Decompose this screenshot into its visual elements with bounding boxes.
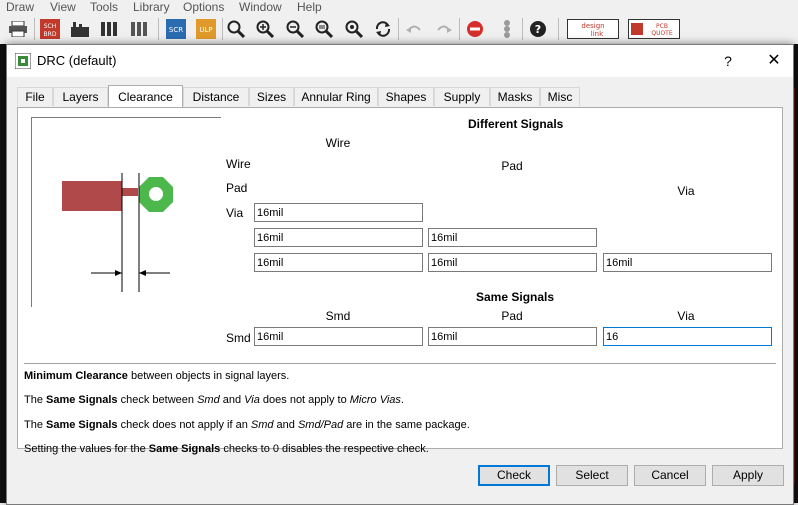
- svg-text:link: link: [591, 30, 604, 38]
- menu-draw[interactable]: Draw: [6, 0, 34, 14]
- svg-text:QUOTE: QUOTE: [651, 30, 673, 37]
- designlink-icon[interactable]: design link: [567, 17, 619, 41]
- via-hole: [149, 187, 163, 201]
- tab-supply[interactable]: Supply: [434, 87, 490, 106]
- same-col-label-smd: Smd: [325, 309, 351, 323]
- tab-distance[interactable]: Distance: [183, 87, 249, 106]
- cam-icon[interactable]: [68, 17, 92, 41]
- menu-library[interactable]: Library: [133, 0, 170, 14]
- go-icon[interactable]: [495, 17, 519, 41]
- zoom-previous-icon[interactable]: [342, 17, 366, 41]
- zoom-select-icon[interactable]: [312, 17, 336, 41]
- toolbar: SCH BRD SCR ULP ? design link PCB QUOTE: [0, 14, 798, 44]
- help-icon[interactable]: ?: [526, 17, 550, 41]
- svg-text:ULP: ULP: [199, 26, 212, 34]
- cancel-button[interactable]: Cancel: [634, 465, 706, 486]
- info-line-3: The Same Signals check does not apply if…: [24, 419, 470, 431]
- menu-view[interactable]: View: [50, 0, 76, 14]
- undo-icon[interactable]: [402, 17, 426, 41]
- clearance-diagram: [31, 117, 221, 307]
- same-col-label-pad: Pad: [501, 309, 523, 323]
- ulp-run-icon[interactable]: ULP: [194, 17, 218, 41]
- menu-options[interactable]: Options: [183, 0, 224, 14]
- close-button[interactable]: ✕: [759, 49, 789, 73]
- tab-sizes[interactable]: Sizes: [249, 87, 294, 106]
- same-signals-header: Same Signals: [476, 290, 555, 304]
- clearance-panel: Different Signals Wire Pad Via Wire Pad …: [17, 107, 783, 455]
- apply-button[interactable]: Apply: [712, 465, 784, 486]
- same-row-label-smd: Smd: [226, 331, 251, 345]
- smd-pad-input[interactable]: [428, 327, 597, 346]
- menu-tools[interactable]: Tools: [90, 0, 118, 14]
- tab-annular-ring[interactable]: Annular Ring: [294, 87, 378, 106]
- different-signals-header: Different Signals: [468, 117, 564, 131]
- scr-icon[interactable]: SCR: [164, 17, 188, 41]
- script-icon[interactable]: [128, 17, 152, 41]
- row-label-pad: Pad: [226, 181, 248, 195]
- zoom-fit-icon[interactable]: [224, 17, 248, 41]
- info-line-4: Setting the values for the Same Signals …: [24, 443, 429, 455]
- menu-window[interactable]: Window: [239, 0, 282, 14]
- row-label-via: Via: [226, 206, 244, 220]
- info-line-1: Minimum Clearance between objects in sig…: [24, 370, 290, 382]
- pcbquote-icon[interactable]: PCB QUOTE: [628, 17, 680, 41]
- wire-wire-input[interactable]: [254, 203, 423, 222]
- dialog-titlebar: DRC (default) ? ✕: [7, 45, 793, 77]
- pad-wire-input[interactable]: [254, 228, 423, 247]
- tab-clearance[interactable]: Clearance: [108, 85, 183, 107]
- eagle-app-icon: [15, 53, 31, 69]
- dialog-title: DRC (default): [37, 53, 117, 68]
- col-label-via: Via: [677, 184, 695, 198]
- svg-text:SCH: SCH: [44, 23, 57, 30]
- help-button[interactable]: ?: [713, 49, 743, 73]
- via-wire-input[interactable]: [254, 253, 423, 272]
- menu-help[interactable]: Help: [297, 0, 322, 14]
- svg-text:PCB: PCB: [656, 23, 668, 30]
- tab-misc[interactable]: Misc: [540, 87, 580, 106]
- col-label-wire: Wire: [325, 136, 351, 150]
- ulp-icon[interactable]: [98, 17, 122, 41]
- row-label-wire: Wire: [226, 157, 251, 171]
- print-icon[interactable]: [6, 17, 30, 41]
- drc-dialog: DRC (default) ? ✕ File Layers Clearance …: [6, 44, 794, 505]
- menubar: Draw View Tools Library Options Window H…: [0, 0, 798, 14]
- tab-masks[interactable]: Masks: [490, 87, 540, 106]
- svg-text:?: ?: [535, 23, 541, 36]
- wire-extension: [122, 188, 138, 196]
- zoom-in-icon[interactable]: [253, 17, 277, 41]
- pad-pad-input[interactable]: [428, 228, 597, 247]
- tab-layers[interactable]: Layers: [53, 87, 108, 106]
- smd-via-input[interactable]: [603, 327, 772, 346]
- col-label-pad: Pad: [501, 159, 523, 173]
- divider: [24, 363, 776, 364]
- tab-shapes[interactable]: Shapes: [378, 87, 434, 106]
- sch-brd-switch-icon[interactable]: SCH BRD: [38, 17, 62, 41]
- svg-text:design: design: [581, 22, 604, 30]
- redo-icon[interactable]: [432, 17, 456, 41]
- via-via-input[interactable]: [603, 253, 772, 272]
- svg-text:BRD: BRD: [44, 31, 57, 38]
- via-pad-input[interactable]: [428, 253, 597, 272]
- stop-icon[interactable]: [463, 17, 487, 41]
- zoom-out-icon[interactable]: [283, 17, 307, 41]
- select-button[interactable]: Select: [556, 465, 628, 486]
- smd-smd-input[interactable]: [254, 327, 423, 346]
- check-button[interactable]: Check: [478, 465, 550, 486]
- wire-shape: [62, 181, 122, 211]
- same-col-label-via: Via: [677, 309, 695, 323]
- tab-file[interactable]: File: [17, 87, 53, 106]
- redraw-icon[interactable]: [371, 17, 395, 41]
- svg-text:SCR: SCR: [169, 26, 183, 34]
- info-line-2: The Same Signals check between Smd and V…: [24, 394, 404, 406]
